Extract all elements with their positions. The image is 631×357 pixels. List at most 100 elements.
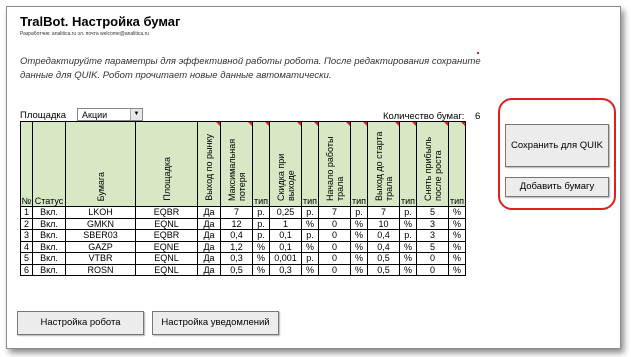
cell-type[interactable]: % <box>350 240 368 253</box>
cell-market-exit[interactable]: Да <box>197 240 221 253</box>
cell-exchange[interactable]: EQBR <box>135 206 198 219</box>
save-for-quik-button[interactable]: Сохранить для QUIK <box>505 124 609 167</box>
cell-type[interactable]: р. <box>252 217 270 230</box>
cell-max-loss[interactable]: 12 <box>220 217 253 230</box>
cell-type[interactable]: % <box>252 240 270 253</box>
cell-exit-before-trail[interactable]: 0,4 <box>367 240 400 253</box>
cell-exit-discount[interactable]: 1 <box>269 217 302 230</box>
cell-type[interactable]: % <box>301 263 319 276</box>
header-security: Бумага <box>65 121 136 207</box>
cell-status[interactable]: Вкл. <box>32 206 66 219</box>
header-max-loss: Максимальная потеря <box>220 121 253 207</box>
cell-type[interactable]: % <box>448 263 466 276</box>
cell-market-exit[interactable]: Да <box>197 229 221 242</box>
cell-trail-start[interactable]: 0 <box>318 252 351 265</box>
cell-type[interactable]: % <box>301 240 319 253</box>
cell-exit-discount[interactable]: 0,3 <box>269 263 302 276</box>
cell-type[interactable]: % <box>350 217 368 230</box>
cell-type[interactable]: р. <box>399 206 417 219</box>
cell-row-num[interactable]: 3 <box>20 229 33 242</box>
cell-status[interactable]: Вкл. <box>32 217 66 230</box>
area-select[interactable]: Акции ▼ <box>77 108 143 121</box>
cell-exit-before-trail[interactable]: 0,4 <box>367 229 400 242</box>
cell-exchange[interactable]: EQNL <box>135 263 198 276</box>
cell-max-loss[interactable]: 0,5 <box>220 263 253 276</box>
cell-security[interactable]: VTBR <box>65 252 136 265</box>
cell-type[interactable]: % <box>252 263 270 276</box>
cell-type[interactable]: % <box>399 240 417 253</box>
robot-settings-button[interactable]: Настройка робота <box>17 311 144 335</box>
cell-max-loss[interactable]: 1,2 <box>220 240 253 253</box>
cell-trail-start[interactable]: 0 <box>318 263 351 276</box>
cell-type[interactable]: % <box>448 217 466 230</box>
cell-security[interactable]: GMKN <box>65 217 136 230</box>
cell-type[interactable]: р. <box>252 206 270 219</box>
cell-trail-start[interactable]: 7 <box>318 206 351 219</box>
cell-exchange[interactable]: EQNE <box>135 240 198 253</box>
cell-exchange[interactable]: EQNL <box>135 217 198 230</box>
cell-security[interactable]: SBER03 <box>65 229 136 242</box>
cell-take-profit[interactable]: 5 <box>416 240 449 253</box>
cell-status[interactable]: Вкл. <box>32 240 66 253</box>
cell-type[interactable]: % <box>448 240 466 253</box>
cell-type[interactable]: р. <box>252 229 270 242</box>
cell-market-exit[interactable]: Да <box>197 252 221 265</box>
cell-exit-discount[interactable]: 0,001 <box>269 252 302 265</box>
cell-type[interactable]: % <box>399 252 417 265</box>
cell-type[interactable]: % <box>252 252 270 265</box>
cell-max-loss[interactable]: 0,4 <box>220 229 253 242</box>
cell-max-loss[interactable]: 7 <box>220 206 253 219</box>
cell-exit-before-trail[interactable]: 0,5 <box>367 263 400 276</box>
cell-type[interactable]: % <box>350 252 368 265</box>
cell-trail-start[interactable]: 0 <box>318 240 351 253</box>
chevron-down-icon[interactable]: ▼ <box>130 109 142 120</box>
cell-exit-before-trail[interactable]: 7 <box>367 206 400 219</box>
table-row: 6 Вкл. ROSN EQNL Да 0,5% 0,3% 0% 0,5% 0% <box>20 263 466 276</box>
cell-take-profit[interactable]: 0 <box>416 263 449 276</box>
cell-exit-discount[interactable]: 0,1 <box>269 240 302 253</box>
cell-type[interactable]: % <box>448 229 466 242</box>
cell-row-num[interactable]: 4 <box>20 240 33 253</box>
cell-type[interactable]: р. <box>301 206 319 219</box>
cell-type[interactable]: % <box>448 206 466 219</box>
cell-take-profit[interactable]: 5 <box>416 206 449 219</box>
cell-security[interactable]: LKOH <box>65 206 136 219</box>
cell-trail-start[interactable]: 0 <box>318 217 351 230</box>
cell-exchange[interactable]: EQBR <box>135 229 198 242</box>
cell-status[interactable]: Вкл. <box>32 252 66 265</box>
cell-type[interactable]: % <box>350 229 368 242</box>
cell-type[interactable]: % <box>301 217 319 230</box>
cell-market-exit[interactable]: Да <box>197 263 221 276</box>
cell-type[interactable]: р. <box>301 229 319 242</box>
cell-market-exit[interactable]: Да <box>197 217 221 230</box>
cell-type[interactable]: р. <box>301 252 319 265</box>
cell-row-num[interactable]: 6 <box>20 263 33 276</box>
cell-exchange[interactable]: EQNL <box>135 252 198 265</box>
cell-row-num[interactable]: 5 <box>20 252 33 265</box>
cell-exit-discount[interactable]: 0,25 <box>269 206 302 219</box>
cell-take-profit[interactable]: 3 <box>416 217 449 230</box>
cell-type[interactable]: р. <box>399 229 417 242</box>
cell-max-loss[interactable]: 0,3 <box>220 252 253 265</box>
add-security-button[interactable]: Добавить бумагу <box>505 177 609 197</box>
cell-type[interactable]: р. <box>350 206 368 219</box>
cell-row-num[interactable]: 1 <box>20 206 33 219</box>
cell-status[interactable]: Вкл. <box>32 263 66 276</box>
cell-trail-start[interactable]: 0 <box>318 229 351 242</box>
notification-settings-button[interactable]: Настройка уведомлений <box>152 311 279 335</box>
cell-take-profit[interactable]: 0 <box>416 252 449 265</box>
header-exit-discount: Скидка при выходе <box>269 121 302 207</box>
cell-row-num[interactable]: 2 <box>20 217 33 230</box>
cell-market-exit[interactable]: Да <box>197 206 221 219</box>
cell-type[interactable]: % <box>399 217 417 230</box>
cell-type[interactable]: % <box>448 252 466 265</box>
cell-type[interactable]: % <box>350 263 368 276</box>
cell-security[interactable]: GAZP <box>65 240 136 253</box>
cell-exit-before-trail[interactable]: 0,5 <box>367 252 400 265</box>
cell-security[interactable]: ROSN <box>65 263 136 276</box>
cell-take-profit[interactable]: 3 <box>416 229 449 242</box>
cell-type[interactable]: % <box>399 263 417 276</box>
cell-status[interactable]: Вкл. <box>32 229 66 242</box>
cell-exit-before-trail[interactable]: 10 <box>367 217 400 230</box>
cell-exit-discount[interactable]: 0,1 <box>269 229 302 242</box>
